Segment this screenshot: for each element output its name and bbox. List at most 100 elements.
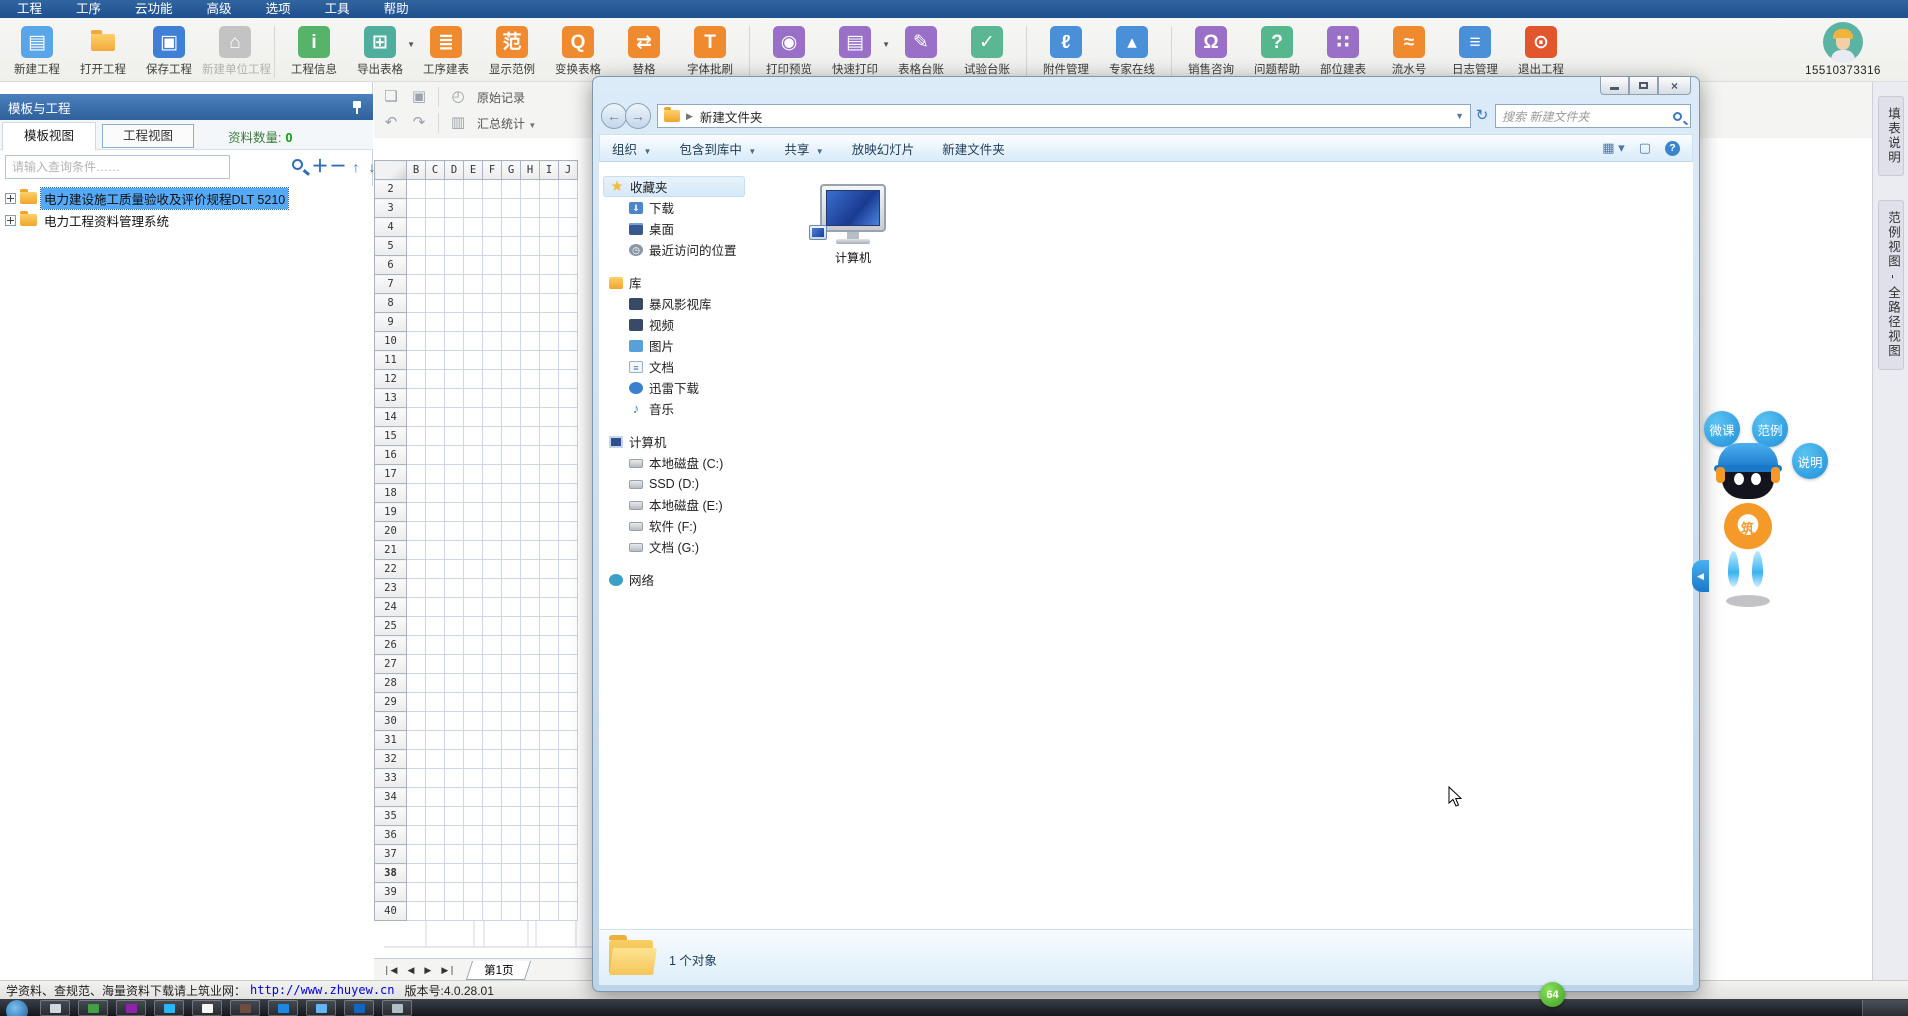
- cell[interactable]: [540, 598, 559, 617]
- sidebar-group-库[interactable]: 库: [599, 272, 749, 293]
- column-header[interactable]: B: [407, 161, 426, 180]
- cell[interactable]: [407, 674, 426, 693]
- cell[interactable]: [521, 237, 540, 256]
- cell[interactable]: [540, 522, 559, 541]
- expand-icon[interactable]: [5, 193, 16, 204]
- cell[interactable]: [426, 769, 445, 788]
- sidebar-item[interactable]: ♪音乐: [599, 398, 749, 419]
- cell[interactable]: [502, 522, 521, 541]
- cell[interactable]: [407, 769, 426, 788]
- row-header[interactable]: 38: [375, 864, 407, 883]
- cell[interactable]: [464, 712, 483, 731]
- row-header[interactable]: 23: [375, 579, 407, 598]
- toolbar-info[interactable]: i工程信息: [281, 24, 347, 77]
- cell[interactable]: [483, 769, 502, 788]
- row-header[interactable]: 29: [375, 693, 407, 712]
- row-header[interactable]: 14: [375, 408, 407, 427]
- row-header[interactable]: 10: [375, 332, 407, 351]
- paste-icon[interactable]: ▣: [410, 88, 428, 106]
- cell[interactable]: [559, 446, 578, 465]
- cell[interactable]: [521, 503, 540, 522]
- cell[interactable]: [559, 750, 578, 769]
- cell[interactable]: [464, 427, 483, 446]
- cell[interactable]: [483, 294, 502, 313]
- cell[interactable]: [483, 655, 502, 674]
- cell[interactable]: [483, 218, 502, 237]
- tree-item[interactable]: 电力工程资料管理系统: [0, 210, 373, 230]
- cell[interactable]: [521, 408, 540, 427]
- cell[interactable]: [502, 788, 521, 807]
- cell[interactable]: [559, 332, 578, 351]
- cell[interactable]: [502, 427, 521, 446]
- cell[interactable]: [502, 693, 521, 712]
- cell[interactable]: [559, 199, 578, 218]
- cell[interactable]: [559, 427, 578, 446]
- cell[interactable]: [407, 617, 426, 636]
- cell[interactable]: [540, 883, 559, 902]
- cell[interactable]: [540, 446, 559, 465]
- cell[interactable]: [483, 446, 502, 465]
- cell[interactable]: [502, 332, 521, 351]
- taskbar-app[interactable]: [230, 1000, 260, 1016]
- summary-stats-label[interactable]: 汇总统计 ▼: [477, 115, 536, 132]
- cell[interactable]: [445, 484, 464, 503]
- redo-icon[interactable]: ↷: [410, 114, 428, 132]
- cell[interactable]: [502, 560, 521, 579]
- cell[interactable]: [502, 883, 521, 902]
- cell[interactable]: [521, 845, 540, 864]
- cell[interactable]: [502, 807, 521, 826]
- cell[interactable]: [445, 731, 464, 750]
- cell[interactable]: [559, 275, 578, 294]
- cell[interactable]: [407, 845, 426, 864]
- cell[interactable]: [426, 655, 445, 674]
- row-header[interactable]: 21: [375, 541, 407, 560]
- cell[interactable]: [540, 826, 559, 845]
- cell[interactable]: [426, 560, 445, 579]
- cell[interactable]: [483, 636, 502, 655]
- cell[interactable]: [540, 693, 559, 712]
- cell[interactable]: [407, 541, 426, 560]
- cell[interactable]: [445, 294, 464, 313]
- cell[interactable]: [502, 275, 521, 294]
- cell[interactable]: [521, 864, 540, 883]
- command-放映幻灯片[interactable]: 放映幻灯片: [852, 139, 915, 158]
- cell[interactable]: [483, 864, 502, 883]
- cell[interactable]: [559, 256, 578, 275]
- cell[interactable]: [426, 807, 445, 826]
- cell[interactable]: [559, 351, 578, 370]
- cell[interactable]: [521, 750, 540, 769]
- explorer-search-icon[interactable]: [1673, 112, 1682, 121]
- cell[interactable]: [483, 598, 502, 617]
- sidebar-group-网络[interactable]: 网络: [599, 569, 749, 590]
- toolbar-test-ledger[interactable]: ✓试验台账: [954, 24, 1020, 77]
- cell[interactable]: [464, 693, 483, 712]
- cell[interactable]: [464, 351, 483, 370]
- cell[interactable]: [464, 484, 483, 503]
- cell[interactable]: [445, 218, 464, 237]
- cell[interactable]: [521, 294, 540, 313]
- cell[interactable]: [521, 731, 540, 750]
- cell[interactable]: [426, 826, 445, 845]
- cell[interactable]: [502, 218, 521, 237]
- cell[interactable]: [464, 807, 483, 826]
- cell[interactable]: [540, 199, 559, 218]
- cell[interactable]: [483, 256, 502, 275]
- cell[interactable]: [483, 237, 502, 256]
- explorer-search-box[interactable]: 搜索 新建文件夹: [1495, 104, 1691, 128]
- cell[interactable]: [407, 446, 426, 465]
- start-button[interactable]: [6, 1000, 28, 1016]
- cell[interactable]: [559, 294, 578, 313]
- cell[interactable]: [559, 902, 578, 921]
- toolbar-new-doc[interactable]: ▤新建工程: [4, 24, 70, 77]
- cell[interactable]: [426, 351, 445, 370]
- cell[interactable]: [445, 693, 464, 712]
- menu-item-帮助[interactable]: 帮助: [367, 0, 426, 18]
- copy-icon[interactable]: ❏: [382, 88, 400, 106]
- cell[interactable]: [502, 199, 521, 218]
- column-header[interactable]: G: [502, 161, 521, 180]
- cell[interactable]: [502, 674, 521, 693]
- first-page-icon[interactable]: ❘◀: [378, 965, 402, 976]
- views-icon[interactable]: ▦ ▾: [1602, 140, 1624, 156]
- cell[interactable]: [407, 389, 426, 408]
- cell[interactable]: [464, 864, 483, 883]
